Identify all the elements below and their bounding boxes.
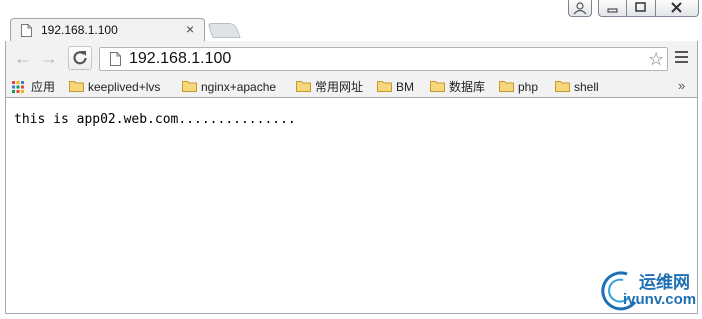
tab-title: 192.168.1.100: [41, 23, 118, 37]
bookmarks-bar: 应用 keeplived+lvs nginx+apache 常用网址 BM 数据…: [5, 76, 698, 98]
minimize-icon: [607, 8, 618, 13]
folder-icon: [377, 81, 392, 92]
folder-icon: [499, 81, 514, 92]
url-text[interactable]: 192.168.1.100: [129, 50, 231, 68]
bookmark-label: 常用网址: [315, 80, 364, 94]
tab-close-icon[interactable]: ×: [186, 21, 194, 37]
page-icon: [110, 52, 121, 66]
folder-icon: [69, 81, 84, 92]
address-bar[interactable]: 192.168.1.100 ☆: [99, 47, 668, 71]
title-bar: 192.168.1.100 ×: [0, 0, 702, 42]
forward-icon[interactable]: →: [40, 49, 58, 67]
watermark-cn-text: 运维网: [639, 273, 690, 292]
folder-icon: [182, 81, 197, 92]
user-profile-button[interactable]: [568, 0, 592, 17]
bookmark-label: keeplived+lvs: [88, 80, 161, 94]
bookmark-label: nginx+apache: [201, 80, 277, 94]
folder-icon: [296, 81, 311, 92]
watermark-logo: 运维网 iyunv.com: [597, 266, 697, 312]
folder-icon: [555, 81, 570, 92]
bookmark-label: 应用: [31, 80, 56, 94]
page-icon: [21, 24, 32, 37]
maximize-button[interactable]: [627, 0, 656, 17]
reload-button[interactable]: [68, 46, 92, 70]
tab-active[interactable]: 192.168.1.100 ×: [10, 18, 205, 42]
page-content: this is app02.web.com...............: [5, 98, 698, 314]
maximize-icon: [635, 2, 646, 12]
toolbar: ← → 192.168.1.100 ☆: [5, 41, 698, 76]
page-body-text: this is app02.web.com...............: [14, 112, 296, 127]
minimize-button[interactable]: [598, 0, 627, 17]
close-icon: [671, 2, 682, 13]
bookmark-label: BM: [396, 80, 414, 94]
reload-icon: [73, 51, 87, 65]
watermark-en-text: iyunv.com: [623, 291, 697, 308]
back-icon[interactable]: ←: [14, 49, 32, 67]
apps-grid-icon: [12, 81, 24, 93]
bookmark-star-icon[interactable]: ☆: [648, 48, 664, 70]
user-icon: [573, 2, 587, 15]
bookmark-label: shell: [574, 80, 599, 94]
menu-icon[interactable]: [675, 51, 688, 66]
more-bookmarks-icon[interactable]: »: [678, 78, 685, 93]
folder-icon: [430, 81, 445, 92]
window-close-button[interactable]: [656, 0, 699, 17]
new-tab-button[interactable]: [207, 23, 241, 38]
bookmark-label: php: [518, 80, 539, 94]
bookmark-label: 数据库: [449, 80, 486, 94]
